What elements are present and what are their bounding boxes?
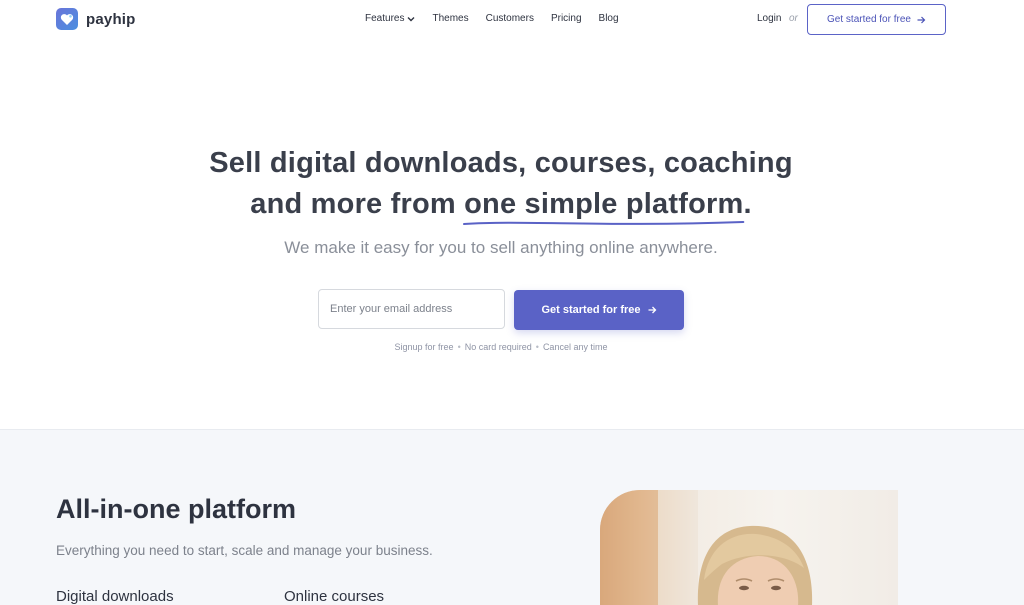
signup-note: Signup for free xyxy=(394,342,454,352)
bullet-separator: • xyxy=(535,342,539,352)
heart-logo-icon xyxy=(56,8,78,30)
nav-item-label: Themes xyxy=(432,13,469,24)
nav-item-label: Blog xyxy=(598,13,619,24)
section-title: All-in-one platform xyxy=(56,494,296,524)
hero-title-highlight: one simple platform xyxy=(463,184,745,225)
squiggle-underline-icon xyxy=(463,221,745,225)
nav-item-customers[interactable]: Customers xyxy=(486,13,534,24)
hero-subtitle: We make it easy for you to sell anything… xyxy=(284,238,718,257)
hero-title-line-1: Sell digital downloads, courses, coachin… xyxy=(209,147,793,179)
hero-title-line-2: and more from one simple platform. xyxy=(0,184,1002,225)
nav-item-label: Customers xyxy=(485,13,534,24)
nav-item-themes[interactable]: Themes xyxy=(432,13,468,24)
nav-item-label: Features xyxy=(365,13,405,24)
site-header: payhip Features Themes Customers Pricing… xyxy=(0,0,1024,40)
feature-heading-online-courses: Online courses xyxy=(284,588,385,605)
hero-title-prefix: and more from xyxy=(250,188,465,220)
creator-photo xyxy=(600,490,898,605)
section-subtitle: Everything you need to start, scale and … xyxy=(56,543,433,558)
brand-name: payhip xyxy=(86,10,136,28)
signup-note: Cancel any time xyxy=(542,342,608,352)
main-nav: Features Themes Customers Pricing Blog xyxy=(365,13,619,24)
chevron-down-icon xyxy=(407,16,415,21)
platform-section: All-in-one platform Everything you need … xyxy=(0,429,1024,605)
brand-logo[interactable]: payhip xyxy=(56,8,136,30)
button-label: Get started for free xyxy=(541,304,641,316)
nav-item-label: Pricing xyxy=(550,13,582,24)
signup-notes: Signup for free • No card required • Cancel … xyxy=(0,342,1002,352)
arrow-right-icon xyxy=(917,16,926,23)
nav-item-features[interactable]: Features xyxy=(365,13,415,24)
nav-item-pricing[interactable]: Pricing xyxy=(551,13,582,24)
arrow-right-icon xyxy=(648,306,656,314)
nav-item-blog[interactable]: Blog xyxy=(599,13,619,24)
hero-title-suffix: . xyxy=(743,188,752,220)
feature-heading-digital-downloads: Digital downloads xyxy=(56,588,174,605)
hero-get-started-button[interactable]: Get started for free xyxy=(514,290,684,330)
creator-photo-illustration xyxy=(600,490,813,605)
bullet-separator: • xyxy=(457,342,461,352)
or-separator: or xyxy=(789,13,798,24)
login-link[interactable]: Login xyxy=(757,13,781,24)
button-label: Get started for free xyxy=(827,14,911,25)
email-input[interactable] xyxy=(318,289,505,329)
hero-highlight-text: one simple platform xyxy=(464,188,744,220)
header-get-started-button[interactable]: Get started for free xyxy=(807,4,946,35)
hero-title: Sell digital downloads, courses, coachin… xyxy=(0,143,1002,225)
signup-note: No card required xyxy=(464,342,532,352)
